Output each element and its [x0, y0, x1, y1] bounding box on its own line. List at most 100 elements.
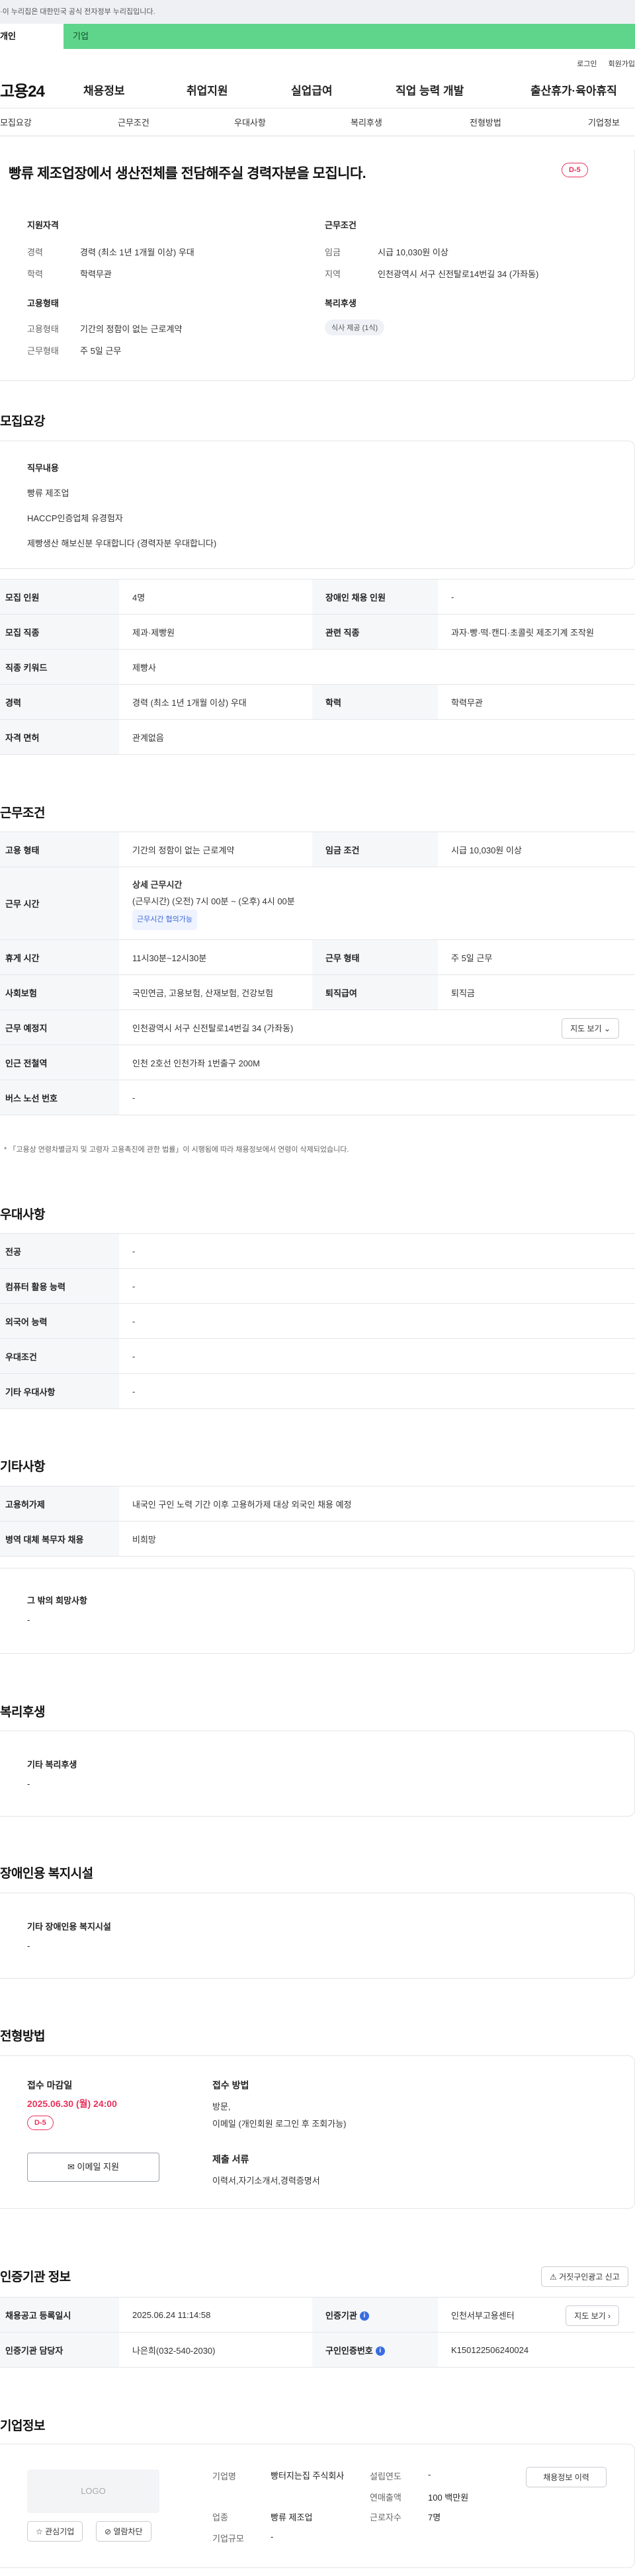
deadline-label: 접수 마감일 [27, 2080, 73, 2090]
subnav-recruit[interactable]: 모집요강 [0, 116, 118, 128]
join-link[interactable]: 회원가입 [609, 60, 635, 68]
disabled-value: - [27, 1941, 30, 1951]
etc-wish-value: - [27, 1615, 30, 1625]
founded-value: - [428, 2469, 431, 2479]
subnav-work[interactable]: 근무조건 [118, 116, 234, 128]
deadline-value: 2025.06.30 (월) 24:00 [27, 2098, 117, 2109]
map-button[interactable]: 지도 보기 ⌄ [562, 1018, 619, 1039]
table-cell: 인천서부고용센터 지도 보기 › [438, 2297, 635, 2333]
employment-label: 고용형태 [27, 298, 59, 308]
table-row: 컴퓨터 활용 능력 - [0, 1268, 635, 1304]
cert-section-title: 인증기관 정보 [0, 2270, 71, 2284]
nav-vocational-training[interactable]: 직업 능력 개발 [396, 81, 530, 98]
revenue-key: 연매출액 [370, 2493, 402, 2503]
subnav-company[interactable]: 기업정보 [588, 116, 620, 128]
table-header-cell: 근무 형태 [312, 939, 438, 975]
info-icon[interactable]: i [375, 2346, 385, 2356]
employees-value: 7명 [428, 2512, 441, 2522]
table-row: 기타 우대사항 - [0, 1373, 635, 1409]
favorite-company-button[interactable]: ☆ 관심기업 [27, 2521, 83, 2542]
table-row: 채용공고 등록일시 2025.06.24 11:14:58 인증기관 i 인천서부… [0, 2297, 635, 2333]
industry-key: 업종 [212, 2512, 228, 2522]
chevron-right-icon: › [608, 2311, 611, 2321]
duty-line: 제빵생산 해보신분 우대합니다 (경력자분 우대합니다) [27, 538, 217, 548]
nav-parental-leave[interactable]: 출산휴가·육아휴직 [530, 81, 617, 98]
employees-key: 근로자수 [370, 2512, 402, 2522]
table-cell: 인천광역시 서구 신전탈로14번길 34 (가좌동) 지도 보기 ⌄ [119, 1009, 635, 1045]
table-header-cell: 외국어 능력 [0, 1303, 119, 1339]
subnav-benefit[interactable]: 복리후생 [351, 116, 470, 128]
table-row: 인근 전철역 인천 2호선 인천가좌 1번출구 200M [0, 1045, 635, 1080]
selection-card: 접수 마감일 2025.06.30 (월) 24:00 D-5 ✉ 이메일 지원… [0, 2055, 635, 2209]
table-row: 휴게 시간 11시30분~12시30분 근무 형태 주 5일 근무 [0, 939, 635, 975]
employment-type-key: 고용형태 [27, 324, 59, 334]
table-row: 경력 경력 (최소 1년 1개월 이상) 우대 학력 학력무관 [0, 684, 635, 720]
industry-value: 빵류 제조업 [271, 2512, 313, 2522]
table-row: 모집 인원 4명 장애인 채용 인원 - [0, 579, 635, 615]
etc-wish-card: 그 밖의 희망사항 - [0, 1568, 635, 1654]
company-size-value: - [271, 2532, 274, 2542]
section-subnav: 모집요강 근무조건 우대사항 복리후생 전형방법 기업정보 [0, 108, 635, 136]
table-cell: 학력무관 [438, 684, 635, 720]
method-line: 방문, [212, 2102, 231, 2112]
nav-employment-support[interactable]: 취업지원 [187, 81, 291, 98]
table-header-cell: 학력 [312, 684, 438, 720]
login-link[interactable]: 로그인 [577, 60, 597, 68]
docs-value: 이력서,자기소개서,경력증명서 [212, 2176, 320, 2186]
table-header-cell: 장애인 채용 인원 [312, 579, 438, 615]
disabled-card: 기타 장애인용 복지시설 - [0, 1893, 635, 1979]
table-header-cell: 자격 면허 [0, 719, 119, 755]
work-table: 고용 형태 기간의 정함이 없는 근로계약 임금 조건 시급 10,030원 이… [0, 832, 635, 1115]
company-name-value: 빵터지는집 주식회사 [271, 2471, 345, 2481]
cert-org-value: 인천서부고용센터 [451, 2310, 515, 2321]
work-time-detail-label: 상세 근무시간 [132, 880, 183, 890]
wage-key: 임금 [325, 247, 341, 257]
table-cell: - [119, 1303, 635, 1339]
selection-dday-badge: D-5 [27, 2116, 54, 2130]
cert-org-label: 인증기관 [325, 2310, 357, 2321]
email-apply-label: 이메일 지원 [77, 2162, 119, 2172]
method-line: 이메일 (개인회원 로그인 후 조회가능) [212, 2119, 347, 2129]
welfare-chip: 식사 제공 (1식) [325, 320, 385, 335]
recruit-history-button[interactable]: 채용정보 이력 [526, 2467, 607, 2487]
block-view-button[interactable]: ⊘ 열람차단 [96, 2521, 151, 2542]
table-cell: - [119, 1338, 635, 1374]
table-header-cell: 병역 대체 복무자 채용 [0, 1521, 119, 1557]
career-key: 경력 [27, 247, 43, 257]
global-nav: 고용24 채용정보 취업지원 실업급여 직업 능력 개발 출산휴가·육아휴직 [0, 71, 635, 108]
welfare-label: 복리후생 [325, 298, 357, 308]
dday-badge: D-5 [562, 163, 588, 177]
tab-company[interactable]: 기업 [64, 24, 127, 49]
table-header-cell: 전공 [0, 1233, 119, 1269]
subnav-prefer[interactable]: 우대사항 [234, 116, 351, 128]
email-apply-button[interactable]: ✉ 이메일 지원 [27, 2153, 159, 2182]
table-row: 직종 키워드 제빵사 [0, 649, 635, 685]
table-header-cell: 고용허가제 [0, 1486, 119, 1522]
table-row: 근무 시간 상세 근무시간 (근무시간) (오전) 7시 00분 ~ (오후) … [0, 867, 635, 940]
subnav-selection[interactable]: 전형방법 [470, 116, 588, 128]
company-card: LOGO ☆ 관심기업 ⊘ 열람차단 기업명 빵터지는집 주식회사 업종 빵류 … [0, 2444, 635, 2568]
duty-line: HACCP인증업체 유경험자 [27, 513, 123, 523]
job-title: 빵류 제조업장에서 생산전체를 전담해주실 경력자분을 모집니다. [9, 166, 366, 181]
company-logo-placeholder: LOGO [27, 2469, 159, 2513]
nav-jobs[interactable]: 채용정보 [83, 81, 187, 98]
etc-section-title: 기타사항 [0, 1460, 45, 1474]
table-cell: K150122506240024 [438, 2332, 635, 2368]
tab-personal[interactable]: 개인 [0, 24, 64, 49]
table-cell: 퇴직금 [438, 974, 635, 1010]
report-false-ad-button[interactable]: ⚠ 거짓구인광고 신고 [541, 2266, 628, 2287]
recruit-table: 모집 인원 4명 장애인 채용 인원 - 모집 직종 제과·제빵원 관련 직종 … [0, 579, 635, 755]
table-cell: 내국인 구인 노력 기간 이후 고용허가제 대상 외국인 채용 예정 [119, 1486, 635, 1522]
favorite-company-label: 관심기업 [45, 2527, 75, 2536]
cert-map-button[interactable]: 지도 보기 › [566, 2305, 619, 2326]
work-time-tag: 근무시간 협의가능 [132, 910, 198, 930]
info-icon[interactable]: i [359, 2311, 369, 2321]
table-row: 버스 노선 번호 - [0, 1080, 635, 1115]
job-summary-card: 빵류 제조업장에서 생산전체를 전담해주실 경력자분을 모집니다. D-5 지원… [0, 150, 635, 381]
table-row: 모집 직종 제과·제빵원 관련 직종 과자·빵·떡·캔디·초콜릿 제조기계 조작… [0, 614, 635, 650]
site-logo[interactable]: 고용24 [0, 78, 83, 101]
age-footnote: * 「고용상 연령차별금지 및 고령자 고용촉진에 관한 법률」이 시행됨에 따… [4, 1146, 349, 1154]
table-row: 전공 - [0, 1233, 635, 1269]
table-cell: 11시30분~12시30분 [119, 939, 312, 975]
nav-unemployment-benefit[interactable]: 실업급여 [291, 81, 396, 98]
